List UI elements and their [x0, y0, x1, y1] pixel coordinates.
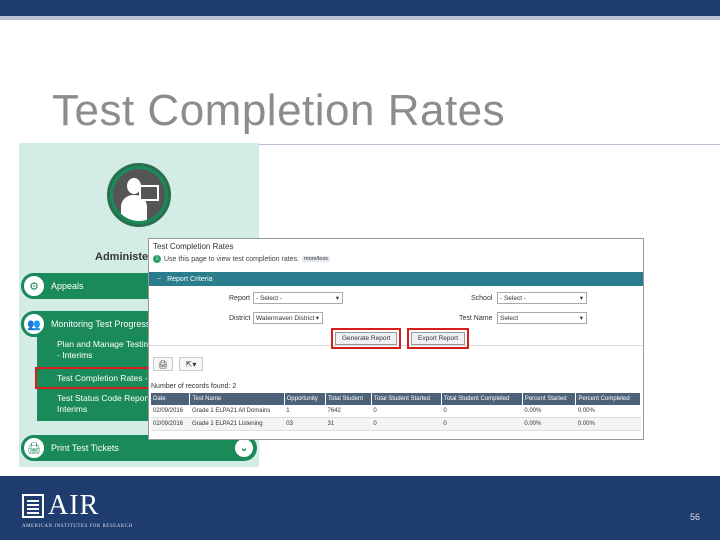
admin-avatar-icon: [107, 163, 171, 227]
highlight-box: [35, 367, 153, 389]
nav-section-title: Administeri: [95, 251, 156, 263]
table-cell: 03: [284, 417, 326, 431]
report-title: Test Completion Rates: [153, 242, 234, 251]
generate-report-button[interactable]: Generate Report: [335, 332, 398, 345]
export-report-highlight: Export Report: [407, 328, 470, 349]
table-row: 02/09/2016 Grade 1 ELPA21 Listening 03 3…: [151, 417, 641, 431]
column-header[interactable]: Opportunity: [284, 393, 327, 405]
report-criteria-bar[interactable]: − Report Criteria: [149, 272, 643, 286]
district-label: District: [229, 315, 251, 322]
generate-report-highlight: Generate Report: [331, 328, 402, 349]
info-icon: i: [153, 255, 161, 263]
table-cell: 7642: [325, 405, 372, 418]
building-icon: [22, 494, 44, 518]
more-less-toggle[interactable]: more/less: [302, 256, 330, 262]
table-cell: 1: [284, 405, 326, 418]
dropdown-arrow-icon: ▾: [335, 295, 339, 302]
nav-item-monitoring-test-progress[interactable]: 👥 Monitoring Test Progress: [21, 311, 161, 337]
table-cell: 0: [371, 405, 442, 418]
column-header[interactable]: Total Student Started: [371, 393, 442, 405]
table-cell: Grade 1 ELPA21 All Domains: [189, 405, 285, 418]
report-window: Test Completion Rates i Use this page to…: [148, 238, 644, 440]
school-label: School: [471, 295, 493, 302]
table-cell: 0.00%: [575, 405, 641, 418]
column-header[interactable]: Total Student Completed: [441, 393, 523, 405]
table-cell: 0.00%: [522, 405, 576, 418]
printer-icon: 🖨: [21, 435, 47, 461]
table-cell: 02/09/2016: [151, 417, 190, 431]
export-icon[interactable]: ⇱▾: [179, 357, 203, 371]
sub-item-test-status-code-report[interactable]: Test Status Code Report - Interims: [57, 393, 157, 415]
chevron-down-icon[interactable]: ⌄: [235, 439, 253, 457]
report-label: Report: [229, 295, 251, 302]
nav-item-appeals[interactable]: ⚙ Appeals: [21, 273, 161, 299]
nav-item-label: Appeals: [51, 281, 84, 291]
records-count: Number of records found: 2: [151, 383, 237, 390]
report-select[interactable]: - Select - ▾: [253, 292, 343, 304]
district-select[interactable]: Watermaven District ▾: [253, 312, 323, 324]
export-report-button[interactable]: Export Report: [411, 332, 466, 345]
dropdown-arrow-icon: ▾: [579, 295, 583, 302]
table-cell: Grade 1 ELPA21 Listening: [189, 417, 285, 431]
column-header[interactable]: Test Name: [189, 393, 285, 405]
criteria-label: Report Criteria: [167, 275, 213, 283]
test-name-label: Test Name: [459, 315, 493, 322]
table-cell: 02/09/2016: [151, 405, 190, 418]
criteria-area: Report - Select - ▾ School - Select - ▾ Di…: [149, 286, 643, 349]
column-header[interactable]: Date: [151, 393, 191, 405]
collapse-icon[interactable]: −: [157, 276, 161, 283]
column-header[interactable]: Total Student: [325, 393, 372, 405]
table-cell: 0: [441, 405, 523, 418]
table-row: 02/09/2016 Grade 1 ELPA21 All Domains 1 …: [151, 405, 641, 418]
school-select[interactable]: - Select - ▾: [497, 292, 587, 304]
table-cell: 0.00%: [522, 417, 576, 431]
table-cell: 31: [325, 417, 372, 431]
nav-item-label: Print Test Tickets: [51, 443, 119, 453]
air-logo: AIR AMERICAN INSTITUTES FOR RESEARCH: [22, 490, 133, 529]
title-divider: [258, 144, 720, 145]
footer-bar: AIR AMERICAN INSTITUTES FOR RESEARCH 56: [0, 476, 720, 540]
page-number: 56: [689, 512, 700, 522]
gear-icon: ⚙: [21, 273, 47, 299]
logo-subtext: AMERICAN INSTITUTES FOR RESEARCH: [22, 524, 133, 529]
test-name-select[interactable]: Select ▾: [497, 312, 587, 324]
table-cell: 0: [441, 417, 523, 431]
table-header-row: Date Test Name Opportunity Total Student…: [151, 393, 641, 405]
logo-text: AIR: [48, 490, 100, 521]
dropdown-arrow-icon: ▾: [315, 315, 319, 322]
print-icon[interactable]: 🖨: [153, 357, 173, 371]
report-info: i Use this page to view test completion …: [153, 255, 330, 263]
dropdown-arrow-icon: ▾: [579, 315, 583, 322]
sub-item-plan-manage-testing[interactable]: Plan and Manage Testing - Interims: [57, 339, 157, 361]
column-header[interactable]: Percent Started: [522, 393, 577, 405]
table-cell: 0: [371, 417, 442, 431]
nav-item-label: Monitoring Test Progress: [51, 319, 151, 329]
top-banner-accent: [0, 16, 720, 20]
table-cell: 0.00%: [575, 417, 641, 431]
column-header[interactable]: Percent Completed: [575, 393, 641, 405]
top-banner: [0, 0, 720, 16]
people-icon: 👥: [21, 311, 47, 337]
info-text: Use this page to view test completion ra…: [164, 255, 300, 263]
results-table: Date Test Name Opportunity Total Student…: [151, 393, 641, 431]
slide-title: Test Completion Rates: [52, 86, 506, 135]
